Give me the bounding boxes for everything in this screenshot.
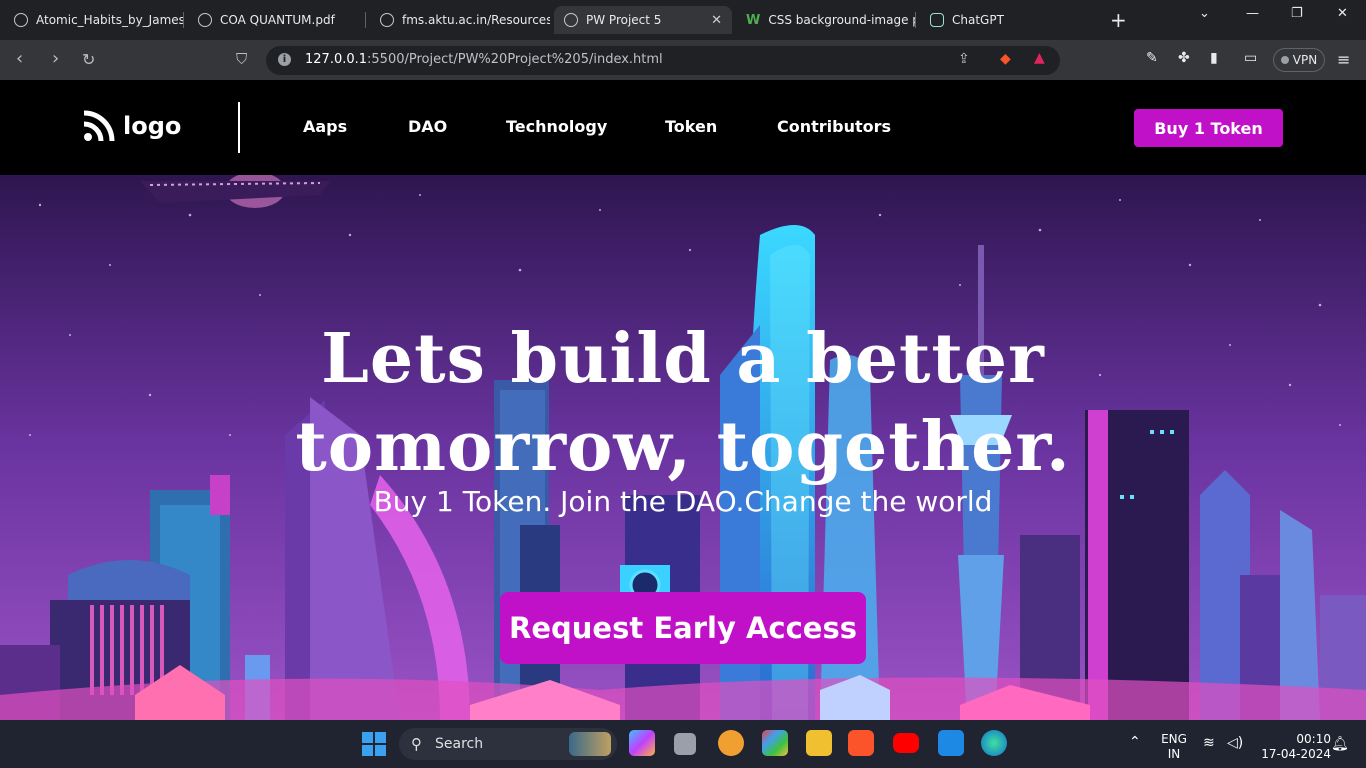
buy-token-button[interactable]: Buy 1 Token [1134, 109, 1283, 147]
tab-title: COA QUANTUM.pdf [220, 13, 335, 27]
notification-bell-icon[interactable]: 🔔︎ [1331, 737, 1349, 752]
headline-line-1: Lets build a better [321, 319, 1045, 399]
tab-atomic-habits[interactable]: Atomic_Habits_by_James_ [4, 6, 184, 34]
windows-start-icon[interactable] [362, 732, 386, 756]
extensions-icon[interactable]: ✤ [1178, 50, 1190, 66]
nav-aaps[interactable]: Aaps [303, 117, 347, 136]
reload-icon[interactable]: ↻ [82, 50, 95, 69]
nav-contributors[interactable]: Contributors [777, 117, 891, 136]
site-logo[interactable]: logo [83, 110, 181, 142]
back-icon[interactable]: ‹ [16, 48, 23, 69]
task-view-icon[interactable] [674, 733, 696, 755]
address-bar[interactable]: i 127.0.0.1:5500/Project/PW%20Project%20… [266, 46, 1060, 75]
sidebar-icon[interactable]: ▮ [1210, 50, 1218, 66]
forward-icon[interactable]: › [52, 48, 59, 69]
site-info-icon[interactable]: i [278, 53, 291, 66]
tab-coa-quantum[interactable]: COA QUANTUM.pdf [188, 6, 366, 34]
tab-pw-project-5[interactable]: PW Project 5 ✕ [554, 6, 732, 34]
tab-fms-aktu[interactable]: fms.aktu.ac.in/Resources/a [370, 6, 550, 34]
search-label: Search [435, 736, 484, 752]
tab-chatgpt[interactable]: ChatGPT [920, 6, 1100, 34]
eyedropper-icon[interactable]: ✎ [1146, 50, 1158, 66]
file-explorer-icon[interactable] [806, 730, 832, 756]
clock-time: 00:10 [1296, 732, 1331, 746]
minimize-icon[interactable]: — [1246, 6, 1259, 21]
nav-technology[interactable]: Technology [506, 117, 607, 136]
taskbar-search[interactable]: ⚲ Search [399, 728, 617, 760]
brave-shields-icon[interactable]: ◆ [1000, 51, 1011, 67]
tab-title: PW Project 5 [586, 13, 662, 27]
nav-token[interactable]: Token [665, 117, 717, 136]
chatgpt-icon [930, 13, 944, 27]
wallet-icon[interactable]: ▭ [1244, 50, 1257, 66]
nav-dao[interactable]: DAO [408, 117, 447, 136]
new-tab-icon[interactable]: + [1110, 8, 1127, 32]
rss-logo-icon [83, 110, 115, 142]
lang-code: ENG [1161, 732, 1187, 746]
restore-icon[interactable]: ❐ [1291, 6, 1303, 21]
clock-date: 17-04-2024 [1261, 747, 1331, 761]
vpn-status-icon [1280, 56, 1289, 64]
globe-icon [564, 13, 578, 27]
youtube-icon[interactable] [893, 733, 919, 753]
tab-title: ChatGPT [952, 13, 1004, 27]
search-icon: ⚲ [411, 735, 422, 753]
brave-rewards-icon[interactable]: ▲ [1034, 50, 1045, 66]
microsoft-store-icon[interactable] [762, 730, 788, 756]
globe-icon [14, 13, 28, 27]
menu-icon[interactable]: ≡ [1337, 50, 1350, 69]
language-indicator[interactable]: ENG IN [1160, 732, 1188, 762]
medal-app-icon[interactable] [718, 730, 744, 756]
tab-css-background[interactable]: W CSS background-image p [736, 6, 916, 34]
vpn-button[interactable]: VPN [1273, 48, 1325, 72]
vscode-icon[interactable] [938, 730, 964, 756]
tab-title: fms.aktu.ac.in/Resources/a [402, 13, 550, 27]
hero-headline: Lets build a better tomorrow, together. [0, 315, 1366, 491]
brave-browser-icon[interactable] [848, 730, 874, 756]
headline-line-2: tomorrow, together. [295, 407, 1071, 487]
w3-icon: W [746, 12, 761, 28]
url-text: 127.0.0.1:5500/Project/PW%20Project%205/… [305, 52, 663, 67]
tab-search-icon[interactable]: ⌄ [1199, 6, 1210, 21]
chevron-up-icon[interactable]: ⌃ [1129, 735, 1141, 750]
volume-icon[interactable]: ◁) [1227, 736, 1243, 751]
request-early-access-button[interactable]: Request Early Access [500, 592, 866, 664]
header-divider [238, 102, 240, 153]
search-highlight-icon [569, 732, 611, 756]
hero-section: Lets build a better tomorrow, together. … [0, 175, 1366, 720]
tab-title: CSS background-image p [768, 13, 916, 27]
wifi-icon[interactable]: ≋ [1203, 736, 1215, 751]
globe-icon [380, 13, 394, 27]
globe-icon [198, 13, 212, 27]
bookmark-icon[interactable]: ⛉ [236, 50, 247, 68]
close-window-icon[interactable]: ✕ [1337, 6, 1348, 21]
clock[interactable]: 00:10 17-04-2024 [1255, 732, 1331, 762]
browser-tab-bar: Atomic_Habits_by_James_ COA QUANTUM.pdf … [0, 0, 1366, 40]
vpn-label: VPN [1292, 53, 1318, 67]
logo-text: logo [123, 112, 182, 140]
share-icon[interactable]: ⇪ [958, 51, 970, 67]
copilot-icon[interactable] [629, 730, 655, 756]
region-code: IN [1167, 747, 1181, 761]
tab-title: Atomic_Habits_by_James_ [36, 13, 184, 27]
hero-subline: Buy 1 Token. Join the DAO.Change the wor… [373, 485, 993, 518]
close-tab-icon[interactable]: ✕ [711, 13, 722, 28]
edge-icon[interactable] [981, 730, 1007, 756]
